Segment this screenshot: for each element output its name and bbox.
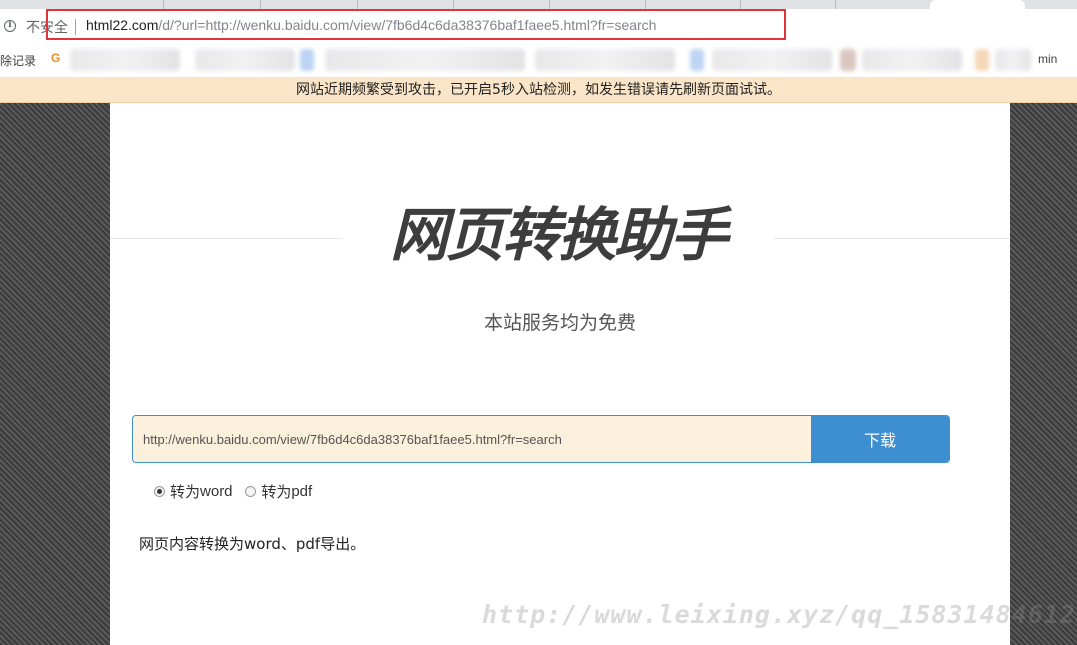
blurred-bookmark xyxy=(862,49,962,71)
bookmark-item[interactable]: min xyxy=(1038,52,1057,66)
radio-pdf-format: pdf xyxy=(291,483,313,500)
bookmark-g-icon[interactable]: G xyxy=(51,51,60,65)
radio-word-prefix: 转为 xyxy=(170,483,201,501)
blurred-bookmark xyxy=(975,49,989,71)
url-input[interactable] xyxy=(133,416,811,462)
blurred-bookmark xyxy=(325,49,525,71)
page-background: 网页转换助手 本站服务均为免费 下载 转为word 转为pdf 网页内容转换为w… xyxy=(0,103,1077,645)
notice-banner: 网站近期频繁受到攻击，已开启5秒入站检测，如发生错误请先刷新页面试试。 xyxy=(0,78,1077,103)
description-text: 网页内容转换为word、pdf导出。 xyxy=(139,535,366,553)
radio-word[interactable]: 转为 word xyxy=(154,481,233,502)
blurred-bookmark xyxy=(300,49,314,71)
info-icon[interactable]: i xyxy=(4,20,16,32)
url-highlight-box xyxy=(46,9,786,40)
address-bar[interactable]: i 不安全 html22.com/d/?url=http://wenku.bai… xyxy=(0,9,1077,45)
main-content: 网页转换助手 本站服务均为免费 下载 转为word 转为pdf 网页内容转换为w… xyxy=(110,103,1010,645)
blurred-bookmark xyxy=(70,49,180,71)
download-button[interactable]: 下载 xyxy=(811,416,949,462)
radio-pdf[interactable]: 转为 pdf xyxy=(245,481,312,502)
blurred-bookmark xyxy=(690,49,704,71)
format-radio-group: 转为 word 转为 pdf xyxy=(154,481,320,502)
page-title: 网页转换助手 xyxy=(342,195,774,275)
tab-divider xyxy=(645,0,646,9)
radio-pdf-prefix: 转为 xyxy=(261,483,292,501)
watermark-text: http://www.leixing.xyz/qq_1583148461237 xyxy=(482,600,1077,629)
blurred-bookmark xyxy=(535,49,675,71)
tab-divider xyxy=(357,0,358,9)
tab-divider xyxy=(740,0,741,9)
blurred-bookmark xyxy=(840,49,856,71)
radio-word-button[interactable] xyxy=(154,486,165,497)
tab-divider xyxy=(835,0,836,9)
tab-strip xyxy=(0,0,1077,9)
active-tab[interactable] xyxy=(930,0,1025,9)
page-subtitle: 本站服务均为免费 xyxy=(483,312,636,334)
blurred-bookmark xyxy=(995,49,1031,71)
blurred-bookmark xyxy=(195,49,295,71)
tab-divider xyxy=(163,0,164,9)
radio-pdf-button[interactable] xyxy=(245,486,257,497)
tab-divider xyxy=(549,0,550,9)
tab-divider xyxy=(453,0,454,9)
download-form: 下载 xyxy=(132,415,950,463)
tab-divider xyxy=(260,0,261,9)
blurred-bookmark xyxy=(712,49,832,71)
bookmarks-bar: 除记录 G min xyxy=(0,45,1077,78)
radio-word-format: word xyxy=(200,483,233,500)
bookmark-item[interactable]: 除记录 xyxy=(0,52,36,69)
